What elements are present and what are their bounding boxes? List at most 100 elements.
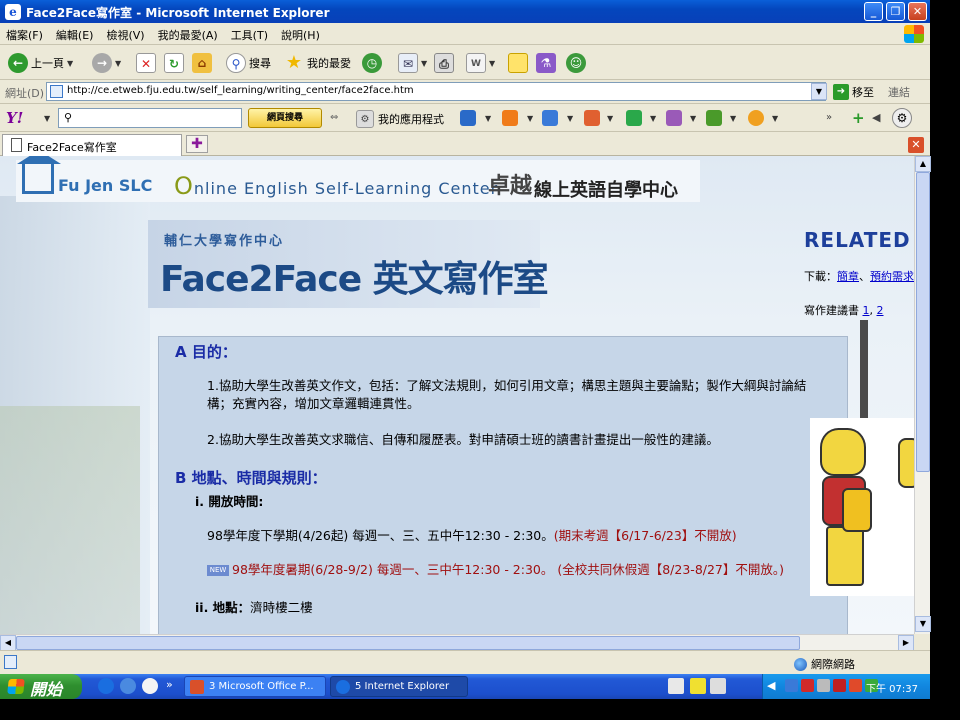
taskbar-ie[interactable]: 5 Internet Explorer	[330, 676, 468, 697]
keyboard-icon[interactable]	[668, 678, 684, 694]
add-icon[interactable]: +	[852, 109, 865, 127]
tray-network-icon[interactable]	[785, 679, 798, 692]
yahoo-dropdown-icon[interactable]: ▼	[44, 114, 50, 123]
scroll-down-icon[interactable]: ▼	[915, 616, 931, 632]
scroll-right-icon[interactable]: ▶	[898, 635, 914, 651]
quicklaunch-ie2-icon[interactable]	[120, 678, 136, 694]
mail-dropdown-icon[interactable]: ▼	[421, 59, 427, 68]
favorites-button[interactable]: ★ 我的最愛	[284, 51, 351, 75]
minimize-button[interactable]: _	[864, 2, 883, 21]
close-button[interactable]: ✕	[908, 2, 927, 21]
scroll-up-icon[interactable]: ▲	[915, 156, 931, 172]
book-dropdown-icon[interactable]: ▼	[485, 114, 491, 123]
mascot-legs	[826, 526, 864, 586]
home-button[interactable]: ⌂	[192, 51, 212, 75]
settings-gear-icon[interactable]: ⚙	[892, 108, 912, 128]
horizontal-scrollbar[interactable]: ◀ ▶	[0, 634, 914, 651]
people-icon[interactable]	[584, 110, 600, 126]
note-tray-icon[interactable]	[690, 678, 706, 694]
standard-toolbar: ← 上一頁 ▼ → ▼ ✕ ↻ ⌂ ⚲ 搜尋 ★ 我的最愛 ◷ ✉ ▼ ⎙ W …	[0, 46, 930, 80]
mail-dropdown-icon[interactable]: ▼	[567, 114, 573, 123]
tray-antivirus-icon[interactable]	[801, 679, 814, 692]
stop-button[interactable]: ✕	[136, 51, 156, 75]
back-button[interactable]: ← 上一頁 ▼	[8, 51, 73, 75]
sparkle-icon[interactable]	[626, 110, 642, 126]
tray-app-icon[interactable]	[817, 679, 830, 692]
phone-icon[interactable]	[706, 110, 722, 126]
rss-icon[interactable]	[502, 110, 518, 126]
vertical-scroll-thumb[interactable]	[916, 172, 930, 472]
scroll-left-icon[interactable]: ◀	[0, 635, 16, 651]
rss-dropdown-icon[interactable]: ▼	[527, 114, 533, 123]
taskbar-powerpoint[interactable]: 3 Microsoft Office P...	[184, 676, 326, 697]
history-button[interactable]: ◷	[362, 51, 382, 75]
shopping-icon[interactable]	[666, 110, 682, 126]
tab-face2face[interactable]: Face2Face寫作室	[2, 134, 182, 156]
quicklaunch-media-icon[interactable]	[142, 678, 158, 694]
menu-favorites[interactable]: 我的最愛(A)	[152, 23, 225, 43]
pen-icon[interactable]	[710, 678, 726, 694]
more-chevron-icon[interactable]: »	[826, 112, 832, 123]
forward-dropdown-icon[interactable]: ▼	[115, 59, 121, 68]
smiley-icon[interactable]	[748, 110, 764, 126]
my-apps-button[interactable]: ⚙ 我的應用程式	[356, 110, 444, 128]
mail-icon[interactable]	[542, 110, 558, 126]
note-button[interactable]	[508, 51, 528, 75]
brochure-link[interactable]: 簡章	[837, 270, 859, 283]
phone-dropdown-icon[interactable]: ▼	[730, 114, 736, 123]
close-tab-icon[interactable]: ✕	[908, 137, 924, 153]
house-logo-icon	[17, 156, 61, 194]
task1-label: 3 Microsoft Office P...	[209, 681, 314, 692]
menu-help[interactable]: 說明(H)	[275, 23, 327, 43]
quicklaunch-ie-icon[interactable]	[98, 678, 114, 694]
research-icon: ⚗	[536, 53, 556, 73]
menu-view[interactable]: 檢視(V)	[100, 23, 151, 43]
back-dropdown-icon[interactable]: ▼	[67, 59, 73, 68]
vertical-scrollbar[interactable]: ▲ ▼	[914, 156, 931, 634]
menu-file[interactable]: 檔案(F)	[0, 23, 50, 43]
security-zone[interactable]: 網際網路	[794, 656, 855, 672]
tray-expand-icon[interactable]: ◀	[767, 679, 775, 692]
chevron-icon[interactable]: ⇔	[330, 112, 338, 123]
guide-link-2[interactable]: 2	[877, 304, 884, 317]
tray-k-icon[interactable]	[833, 679, 846, 692]
edit-dropdown-icon[interactable]: ▼	[489, 59, 495, 68]
new-tab-button[interactable]: ✚	[186, 135, 208, 153]
address-input[interactable]: http://ce.etweb.fju.edu.tw/self_learning…	[46, 82, 826, 101]
research-button[interactable]: ⚗	[536, 51, 556, 75]
back-arrow-icon: ←	[8, 53, 28, 73]
go-button[interactable]: ➜ 移至	[833, 84, 874, 100]
mail-button[interactable]: ✉ ▼	[398, 51, 427, 75]
smiley-dropdown-icon[interactable]: ▼	[772, 114, 778, 123]
title-face2face: Face2Face	[160, 259, 362, 300]
reservation-link[interactable]: 預約需求	[870, 270, 914, 283]
people-dropdown-icon[interactable]: ▼	[607, 114, 613, 123]
messenger-button[interactable]: ☺	[566, 51, 586, 75]
yahoo-logo[interactable]: Y!	[6, 109, 23, 127]
shopping-dropdown-icon[interactable]: ▼	[690, 114, 696, 123]
horizontal-scroll-thumb[interactable]	[16, 636, 800, 650]
web-search-button[interactable]: 網頁搜尋	[248, 108, 322, 128]
forward-button[interactable]: → ▼	[92, 51, 121, 75]
address-dropdown-icon[interactable]: ▼	[811, 83, 827, 100]
menu-tools[interactable]: 工具(T)	[225, 23, 275, 43]
download-separator: 、	[859, 270, 870, 283]
tray-ime-icon[interactable]	[849, 679, 862, 692]
restore-button[interactable]: ❐	[886, 2, 905, 21]
links-label[interactable]: 連結	[888, 84, 910, 100]
slc-header[interactable]: Fu Jen SLC Online English Self-Learning …	[16, 156, 700, 202]
mascot-bag	[842, 488, 872, 532]
print-button[interactable]: ⎙	[434, 51, 454, 75]
yahoo-search-input[interactable]: ⚲	[58, 108, 242, 128]
start-button[interactable]: 開始	[0, 674, 82, 699]
menu-edit[interactable]: 編輯(E)	[50, 23, 101, 43]
powerpoint-icon	[190, 680, 204, 694]
toolbar-book-icon[interactable]	[460, 110, 476, 126]
sparkle-dropdown-icon[interactable]: ▼	[650, 114, 656, 123]
edit-button[interactable]: W ▼	[466, 51, 495, 75]
search-button[interactable]: ⚲ 搜尋	[226, 51, 271, 75]
guide-link-1[interactable]: 1	[863, 304, 870, 317]
quicklaunch-more-icon[interactable]: »	[166, 678, 173, 691]
refresh-button[interactable]: ↻	[164, 51, 184, 75]
scroll-left-icon[interactable]: ◀	[872, 111, 880, 124]
